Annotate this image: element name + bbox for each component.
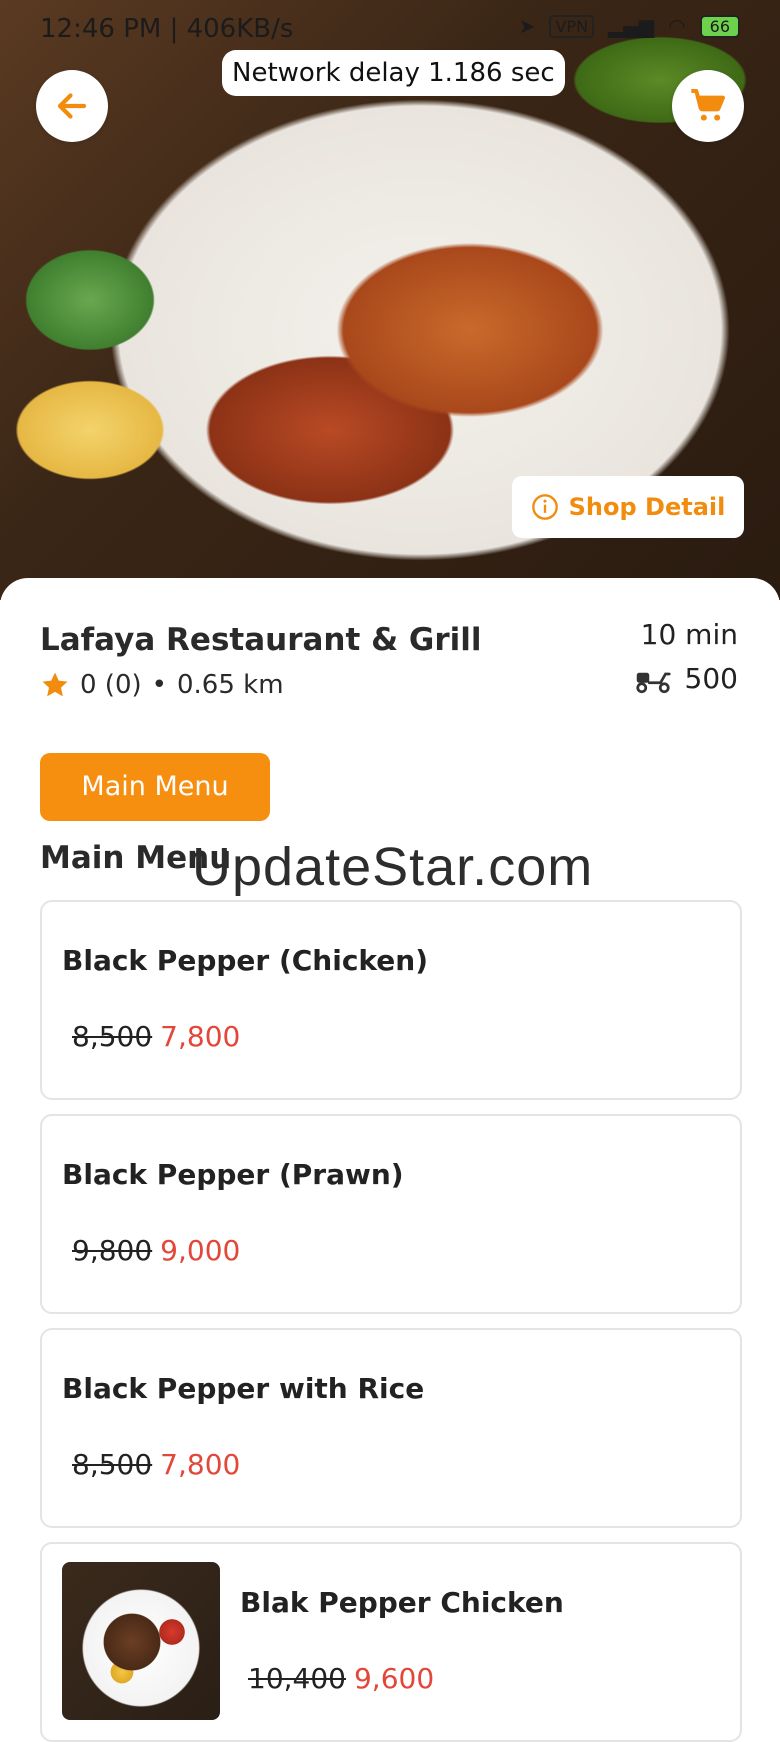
separator-dot: • [151,670,167,700]
delivery-eta: 10 min [640,618,738,651]
new-price: 9,600 [353,1662,435,1695]
old-price: 8,500 [72,1448,153,1481]
new-price: 7,800 [160,1020,241,1053]
scooter-icon [635,672,671,693]
signal-icon: ▂▄▆ [608,14,655,38]
wifi-icon: ◠ [668,14,686,38]
location-icon: ➤ [518,14,536,38]
back-button[interactable] [36,70,108,142]
star-icon [42,672,68,697]
new-price: 9,000 [160,1234,241,1267]
restaurant-name: Lafaya Restaurant & Grill [40,622,482,658]
info-icon [531,494,558,520]
old-price: 10,400 [248,1662,346,1695]
menu-item-thumbnail [62,1562,220,1720]
menu-item-card[interactable]: Black Pepper with Rice 8,500 7,800 [40,1328,742,1528]
status-time-speed: 12:46 PM | 406KB/s [40,14,294,44]
network-delay-toast: Network delay 1.186 sec [222,50,565,96]
battery-icon: 66 [699,14,740,38]
menu-item-name: Black Pepper (Prawn) [62,1158,404,1191]
menu-item-card[interactable]: Blak Pepper Chicken 10,400 9,600 [40,1542,742,1742]
arrow-left-icon [57,93,87,119]
old-price: 9,800 [72,1234,153,1267]
menu-item-price: 8,500 7,800 [72,1020,240,1053]
menu-item-name: Blak Pepper Chicken [240,1586,564,1619]
watermark: UpdateStar.com [192,837,594,897]
distance: 0.65 km [176,670,284,700]
menu-item-price: 9,800 9,000 [72,1234,240,1267]
rating-value: 0 (0) [80,670,142,700]
menu-item-name: Black Pepper with Rice [62,1372,425,1405]
shop-detail-label: Shop Detail [568,493,726,521]
menu-item-name: Black Pepper (Chicken) [62,944,429,977]
cart-icon [691,89,725,121]
rating-row: 0 (0) • 0.65 km [40,670,284,700]
cart-button[interactable] [672,70,744,142]
status-icons: ➤ VPN ▂▄▆ ◠ 66 [519,14,740,38]
old-price: 8,500 [72,1020,153,1053]
vpn-badge: VPN [549,14,595,38]
delivery-fee: 500 [684,662,738,695]
delivery-fee-row: 500 [633,662,738,695]
menu-item-card[interactable]: Black Pepper (Chicken) 8,500 7,800 [40,900,742,1100]
main-menu-tab[interactable]: Main Menu [40,753,270,821]
menu-item-price: 8,500 7,800 [72,1448,240,1481]
menu-item-card[interactable]: Black Pepper (Prawn) 9,800 9,000 [40,1114,742,1314]
menu-item-price: 10,400 9,600 [248,1662,434,1695]
new-price: 7,800 [160,1448,241,1481]
shop-detail-button[interactable]: Shop Detail [512,476,744,538]
